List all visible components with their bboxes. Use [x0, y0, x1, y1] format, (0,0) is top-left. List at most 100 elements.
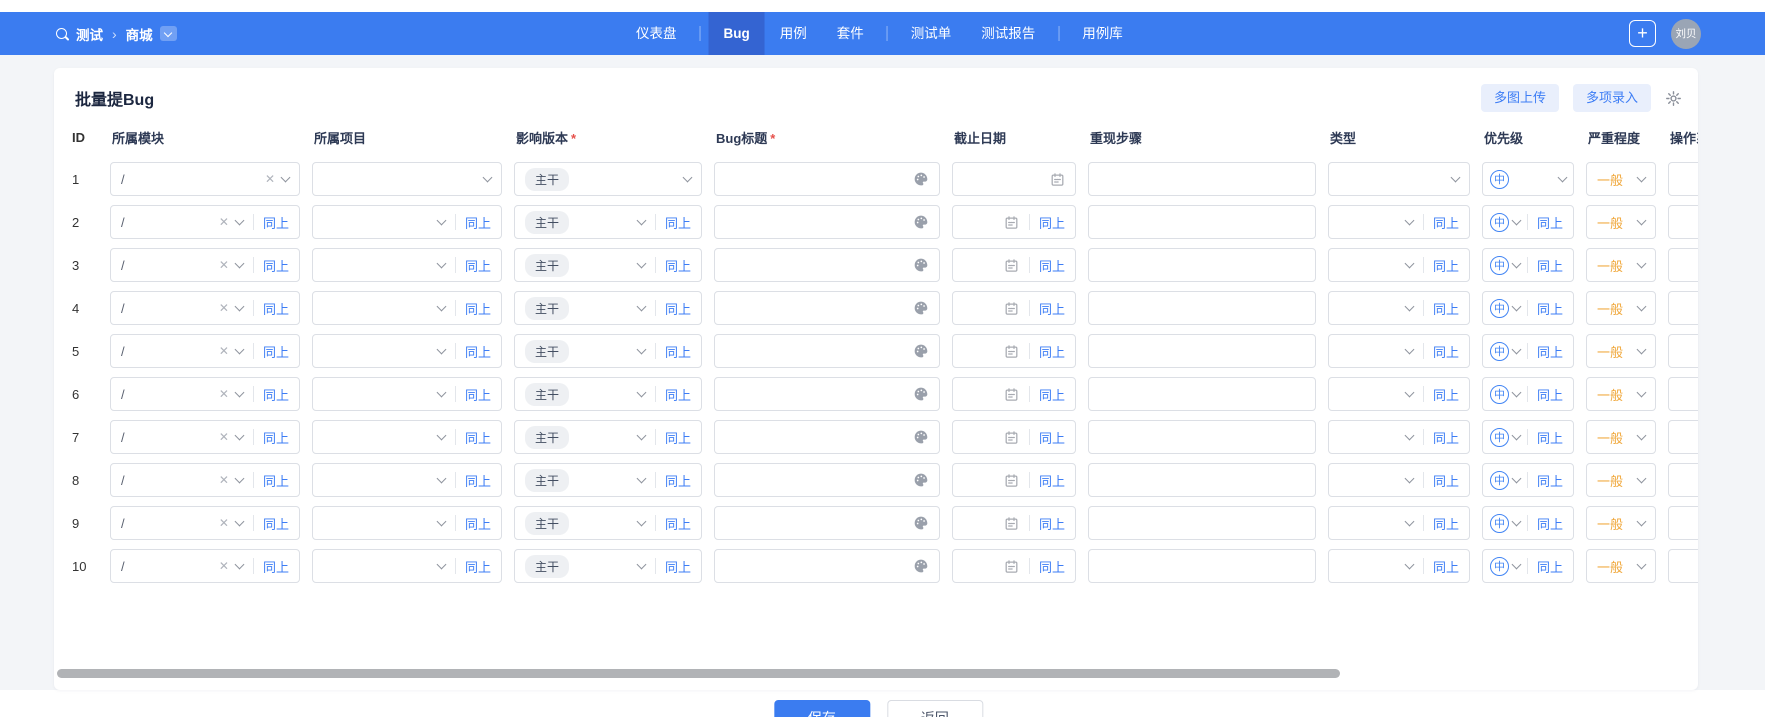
repro-steps-input[interactable]	[1088, 162, 1316, 196]
severity-select[interactable]: 一般	[1586, 377, 1656, 411]
module-select[interactable]: / ✕ 同上	[110, 549, 300, 583]
same-as-above-link[interactable]: 同上	[1528, 557, 1573, 576]
bug-title-input[interactable]	[714, 291, 940, 325]
multi-image-upload-button[interactable]: 多图上传	[1481, 84, 1559, 112]
same-as-above-link[interactable]: 同上	[456, 299, 501, 318]
due-date-input[interactable]: 同上	[952, 420, 1076, 454]
palette-icon[interactable]	[913, 343, 929, 359]
same-as-above-link[interactable]: 同上	[656, 213, 701, 232]
same-as-above-link[interactable]: 同上	[254, 428, 299, 447]
horizontal-scrollbar[interactable]	[57, 669, 1340, 678]
project-select[interactable]	[312, 162, 502, 196]
repro-steps-input[interactable]	[1088, 549, 1316, 583]
calendar-icon[interactable]	[1004, 559, 1019, 574]
same-as-above-link[interactable]: 同上	[1424, 514, 1469, 533]
same-as-above-link[interactable]: 同上	[1424, 342, 1469, 361]
os-select[interactable]	[1668, 334, 1698, 368]
affected-version-select[interactable]: 主干	[514, 162, 702, 196]
same-as-above-link[interactable]: 同上	[1528, 514, 1573, 533]
bug-title-input[interactable]	[714, 463, 940, 497]
nav-tab-测试报告[interactable]: 测试报告	[966, 12, 1050, 55]
calendar-icon[interactable]	[1004, 473, 1019, 488]
bug-title-input[interactable]	[714, 506, 940, 540]
nav-tab-用例[interactable]: 用例	[765, 12, 822, 55]
os-select[interactable]	[1668, 205, 1698, 239]
affected-version-select[interactable]: 主干 同上	[514, 377, 702, 411]
calendar-icon[interactable]	[1004, 215, 1019, 230]
module-select[interactable]: / ✕ 同上	[110, 420, 300, 454]
affected-version-select[interactable]: 主干 同上	[514, 463, 702, 497]
type-select[interactable]: 同上	[1328, 463, 1470, 497]
bug-title-input[interactable]	[714, 420, 940, 454]
priority-select[interactable]: 中 同上	[1482, 291, 1574, 325]
calendar-icon[interactable]	[1004, 258, 1019, 273]
repro-steps-input[interactable]	[1088, 291, 1316, 325]
clear-icon[interactable]: ✕	[219, 560, 229, 572]
same-as-above-link[interactable]: 同上	[1030, 428, 1075, 447]
same-as-above-link[interactable]: 同上	[254, 385, 299, 404]
same-as-above-link[interactable]: 同上	[1528, 428, 1573, 447]
palette-icon[interactable]	[913, 515, 929, 531]
bug-title-input[interactable]	[714, 162, 940, 196]
save-button[interactable]: 保存	[773, 700, 870, 717]
same-as-above-link[interactable]: 同上	[254, 213, 299, 232]
project-select[interactable]: 同上	[312, 420, 502, 454]
avatar[interactable]: 刘贝	[1671, 18, 1701, 49]
nav-tab-用例库[interactable]: 用例库	[1067, 12, 1138, 55]
same-as-above-link[interactable]: 同上	[656, 471, 701, 490]
nav-tab-测试单[interactable]: 测试单	[896, 12, 967, 55]
same-as-above-link[interactable]: 同上	[456, 557, 501, 576]
palette-icon[interactable]	[913, 386, 929, 402]
bug-title-input[interactable]	[714, 377, 940, 411]
clear-icon[interactable]: ✕	[219, 259, 229, 271]
priority-select[interactable]: 中 同上	[1482, 463, 1574, 497]
same-as-above-link[interactable]: 同上	[656, 428, 701, 447]
palette-icon[interactable]	[913, 429, 929, 445]
module-select[interactable]: / ✕ 同上	[110, 291, 300, 325]
palette-icon[interactable]	[913, 300, 929, 316]
breadcrumb-product[interactable]: 商城	[126, 24, 153, 44]
os-select[interactable]	[1668, 549, 1698, 583]
palette-icon[interactable]	[913, 558, 929, 574]
due-date-input[interactable]: 同上	[952, 463, 1076, 497]
priority-select[interactable]: 中 同上	[1482, 506, 1574, 540]
clear-icon[interactable]: ✕	[219, 431, 229, 443]
severity-select[interactable]: 一般	[1586, 291, 1656, 325]
same-as-above-link[interactable]: 同上	[1424, 471, 1469, 490]
same-as-above-link[interactable]: 同上	[656, 299, 701, 318]
repro-steps-input[interactable]	[1088, 463, 1316, 497]
same-as-above-link[interactable]: 同上	[1030, 342, 1075, 361]
same-as-above-link[interactable]: 同上	[1030, 514, 1075, 533]
same-as-above-link[interactable]: 同上	[656, 557, 701, 576]
type-select[interactable]: 同上	[1328, 506, 1470, 540]
same-as-above-link[interactable]: 同上	[254, 471, 299, 490]
same-as-above-link[interactable]: 同上	[1424, 557, 1469, 576]
same-as-above-link[interactable]: 同上	[1030, 385, 1075, 404]
priority-select[interactable]: 中 同上	[1482, 334, 1574, 368]
severity-select[interactable]: 一般	[1586, 506, 1656, 540]
same-as-above-link[interactable]: 同上	[254, 299, 299, 318]
clear-icon[interactable]: ✕	[219, 345, 229, 357]
same-as-above-link[interactable]: 同上	[1528, 213, 1573, 232]
severity-select[interactable]: 一般	[1586, 162, 1656, 196]
type-select[interactable]: 同上	[1328, 549, 1470, 583]
same-as-above-link[interactable]: 同上	[1424, 213, 1469, 232]
product-switcher-dropdown[interactable]	[159, 26, 177, 41]
search-icon[interactable]	[56, 28, 67, 39]
same-as-above-link[interactable]: 同上	[456, 385, 501, 404]
same-as-above-link[interactable]: 同上	[1528, 385, 1573, 404]
calendar-icon[interactable]	[1004, 516, 1019, 531]
same-as-above-link[interactable]: 同上	[254, 514, 299, 533]
project-select[interactable]: 同上	[312, 463, 502, 497]
clear-icon[interactable]: ✕	[219, 474, 229, 486]
same-as-above-link[interactable]: 同上	[1030, 299, 1075, 318]
add-button[interactable]: +	[1629, 20, 1656, 47]
repro-steps-input[interactable]	[1088, 420, 1316, 454]
module-select[interactable]: / ✕ 同上	[110, 248, 300, 282]
nav-tab-Bug[interactable]: Bug	[708, 12, 765, 55]
os-select[interactable]	[1668, 248, 1698, 282]
palette-icon[interactable]	[913, 214, 929, 230]
severity-select[interactable]: 一般	[1586, 248, 1656, 282]
project-select[interactable]: 同上	[312, 377, 502, 411]
same-as-above-link[interactable]: 同上	[656, 342, 701, 361]
